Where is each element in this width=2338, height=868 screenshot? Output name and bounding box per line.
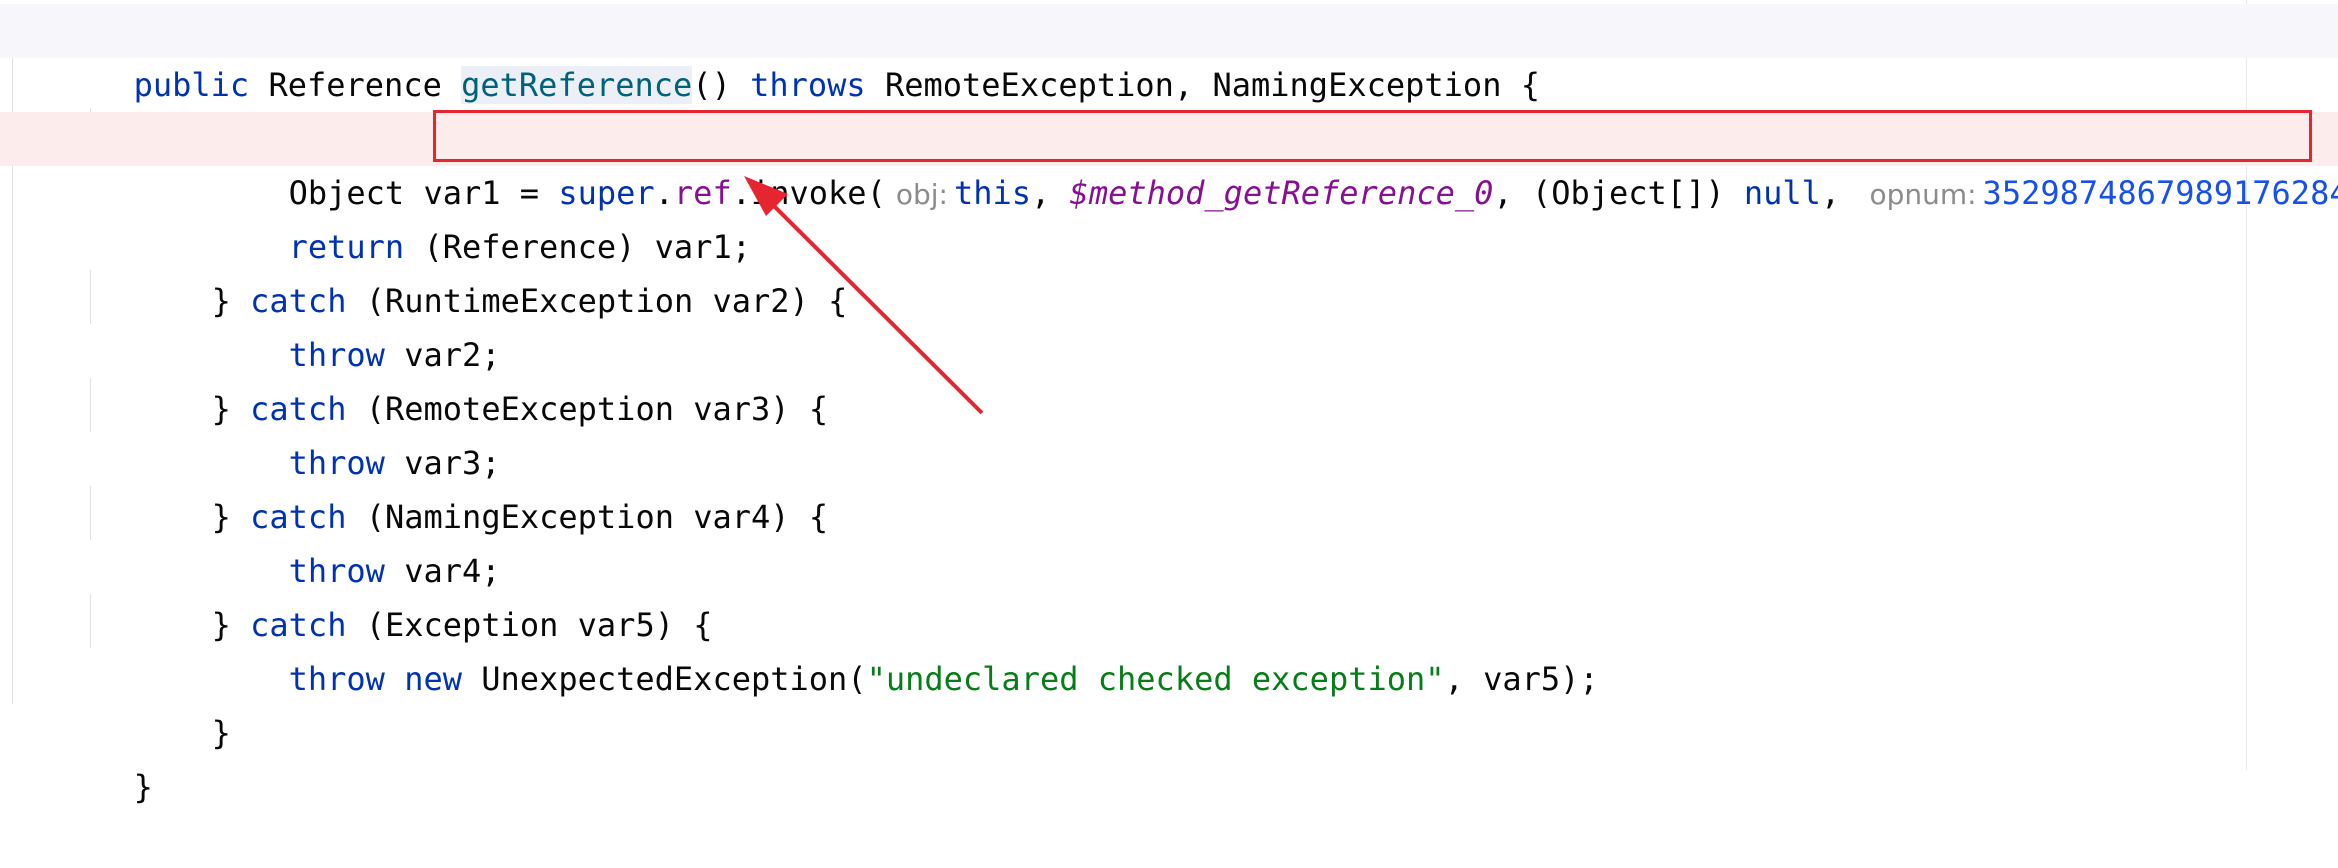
code-line[interactable]: return (Reference) var1; <box>0 166 2338 266</box>
code-line[interactable]: } catch (NamingException var4) { <box>0 436 2338 536</box>
code-line[interactable]: throw var3; <box>0 382 2338 482</box>
code-line[interactable]: } catch (Exception var5) { <box>0 544 2338 644</box>
code-line[interactable]: public Reference getReference() throws R… <box>0 4 2338 104</box>
code-text: } <box>133 768 153 806</box>
code-line[interactable]: throw var4; <box>0 490 2338 590</box>
code-line[interactable]: } catch (RemoteException var3) { <box>0 328 2338 428</box>
annotation-highlight-box <box>433 110 2312 162</box>
code-editor[interactable]: public Reference getReference() throws R… <box>0 0 2338 806</box>
code-line[interactable]: try { <box>0 58 2338 158</box>
code-line[interactable]: } catch (RuntimeException var2) { <box>0 220 2338 320</box>
code-line[interactable]: throw new UnexpectedException("undeclare… <box>0 598 2338 698</box>
code-line[interactable]: throw var2; <box>0 274 2338 374</box>
code-line[interactable]: } <box>0 706 2338 806</box>
code-line[interactable]: } <box>0 652 2338 752</box>
